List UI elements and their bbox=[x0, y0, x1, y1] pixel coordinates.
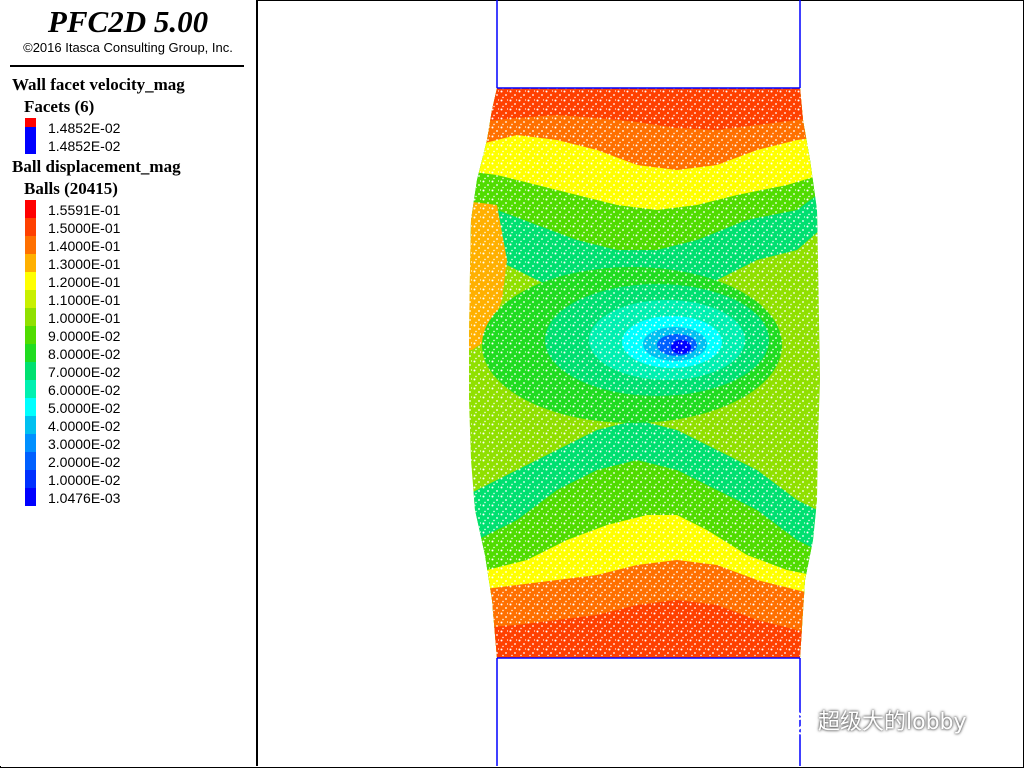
ball-colorbar-swatch bbox=[25, 326, 36, 344]
wall-legend-heading: Wall facet velocity_mag bbox=[12, 75, 185, 94]
ball-colorbar-swatch bbox=[25, 200, 36, 218]
ball-colorbar-swatch bbox=[25, 218, 36, 236]
ball-colorbar-swatch bbox=[25, 470, 36, 488]
ball-legend-subheading: Balls (20415) bbox=[24, 179, 118, 198]
ball-colorbar-swatch bbox=[25, 398, 36, 416]
model-viewport[interactable] bbox=[257, 0, 1022, 766]
ball-colorbar-label: 1.0476E-03 bbox=[48, 490, 121, 506]
ball-colorbar-label: 5.0000E-02 bbox=[48, 400, 121, 416]
ball-colorbar-swatch bbox=[25, 488, 36, 506]
ball-colorbar-label: 1.4000E-01 bbox=[48, 238, 121, 254]
particle-speckle-overlay bbox=[469, 88, 820, 658]
ball-legend-heading: Ball displacement_mag bbox=[12, 157, 181, 176]
ball-colorbar-label: 1.1000E-01 bbox=[48, 292, 121, 308]
wechat-icon bbox=[780, 710, 813, 735]
copyright-text: ©2016 Itasca Consulting Group, Inc. bbox=[23, 40, 233, 55]
specimen-contour bbox=[469, 88, 820, 658]
ball-colorbar-label: 7.0000E-02 bbox=[48, 364, 121, 380]
legend-panel: PFC2D 5.00 ©2016 Itasca Consulting Group… bbox=[0, 0, 258, 766]
legend-separator bbox=[10, 65, 244, 67]
wall-swatch-0 bbox=[25, 118, 36, 127]
ball-colorbar-swatch bbox=[25, 236, 36, 254]
ball-colorbar-label: 1.5000E-01 bbox=[48, 220, 121, 236]
ball-colorbar-swatch bbox=[25, 272, 36, 290]
ball-colorbar-label: 1.0000E-01 bbox=[48, 310, 121, 326]
ball-colorbar-swatch bbox=[25, 254, 36, 272]
app-title: PFC2D 5.00 bbox=[47, 4, 209, 39]
specimen-plot bbox=[469, 0, 820, 766]
ball-colorbar-swatch bbox=[25, 308, 36, 326]
ball-colorbar-label: 1.5591E-01 bbox=[48, 202, 121, 218]
ball-colorbar-swatch bbox=[25, 416, 36, 434]
ball-colorbar-swatch bbox=[25, 434, 36, 452]
watermark: 超级大的lobby bbox=[780, 704, 967, 736]
ball-colorbar-label: 2.0000E-02 bbox=[48, 454, 121, 470]
ball-colorbar-swatch bbox=[25, 344, 36, 362]
ball-colorbar-label: 6.0000E-02 bbox=[48, 382, 121, 398]
ball-colorbar-label: 1.2000E-01 bbox=[48, 274, 121, 290]
ball-colorbar-swatch bbox=[25, 380, 36, 398]
ball-colorbar-label: 4.0000E-02 bbox=[48, 418, 121, 434]
ball-colorbar-label: 9.0000E-02 bbox=[48, 328, 121, 344]
watermark-text: 超级大的lobby bbox=[818, 710, 967, 735]
ball-colorbar-label: 8.0000E-02 bbox=[48, 346, 121, 362]
ball-colorbar-label: 1.0000E-02 bbox=[48, 472, 121, 488]
ball-colorbar-swatch bbox=[25, 452, 36, 470]
ball-colorbar-label: 1.3000E-01 bbox=[48, 256, 121, 272]
wall-legend-subheading: Facets (6) bbox=[24, 97, 95, 116]
ball-colorbar-swatch bbox=[25, 290, 36, 308]
ball-colorbar-swatch bbox=[25, 362, 36, 380]
wall-swatch-1 bbox=[25, 127, 36, 154]
wall-legend-label: 1.4852E-02 bbox=[48, 120, 121, 136]
ball-colorbar-label: 3.0000E-02 bbox=[48, 436, 121, 452]
wall-legend-label: 1.4852E-02 bbox=[48, 138, 121, 154]
